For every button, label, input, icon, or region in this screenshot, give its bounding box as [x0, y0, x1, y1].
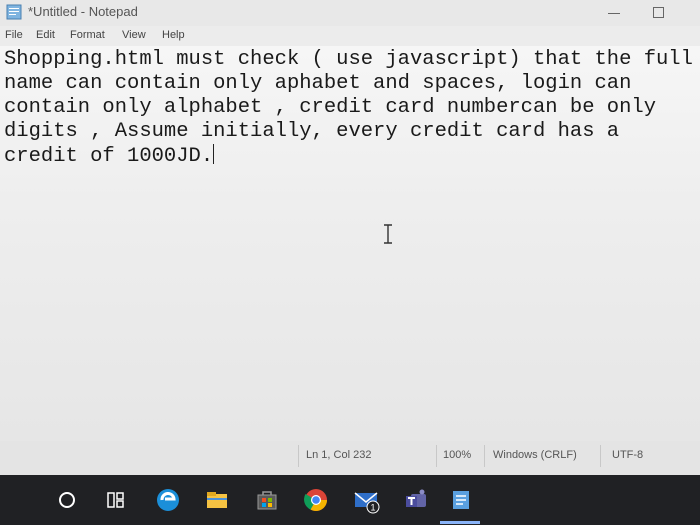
ibeam-cursor-icon	[384, 224, 392, 244]
cursor-position: Ln 1, Col 232	[306, 449, 372, 461]
menu-format[interactable]: Format	[70, 29, 105, 41]
title-bar[interactable]: *Untitled - Notepad	[0, 0, 700, 26]
active-app-indicator	[440, 521, 480, 524]
maximize-button[interactable]	[644, 3, 672, 23]
status-bar: Ln 1, Col 232 100% Windows (CRLF) UTF-8	[0, 441, 700, 475]
cortana-circle-icon[interactable]	[52, 485, 82, 515]
menu-edit[interactable]: Edit	[36, 29, 55, 41]
status-separator	[436, 445, 437, 467]
menu-view[interactable]: View	[122, 29, 146, 41]
menu-bar: File Edit Format View Help	[0, 26, 700, 46]
file-explorer-icon[interactable]	[202, 485, 232, 515]
encoding: UTF-8	[612, 449, 644, 461]
text-editor[interactable]: Shopping.html must check ( use javascrip…	[0, 46, 700, 441]
notepad-window: *Untitled - Notepad File Edit Format Vie…	[0, 0, 700, 475]
text-caret	[213, 144, 215, 164]
notepad-icon[interactable]	[446, 485, 476, 515]
window-title: *Untitled - Notepad	[28, 4, 138, 19]
minimize-button[interactable]	[600, 3, 628, 23]
task-view-icon[interactable]	[101, 485, 131, 515]
zoom-level: 100%	[443, 449, 472, 461]
menu-help[interactable]: Help	[162, 29, 185, 41]
notepad-icon	[6, 4, 22, 20]
menu-file[interactable]: File	[5, 29, 23, 41]
mail-icon[interactable]: 1	[351, 485, 381, 515]
status-separator	[600, 445, 601, 467]
store-icon[interactable]	[252, 485, 282, 515]
edge-icon[interactable]	[153, 485, 183, 515]
status-separator	[298, 445, 299, 467]
mail-badge: 1	[370, 503, 375, 513]
chrome-icon[interactable]	[301, 485, 331, 515]
taskbar: 1	[0, 475, 700, 525]
teams-icon[interactable]	[402, 485, 432, 515]
line-ending: Windows (CRLF)	[493, 449, 577, 461]
status-separator	[484, 445, 485, 467]
editor-text: Shopping.html must check ( use javascrip…	[4, 48, 693, 168]
